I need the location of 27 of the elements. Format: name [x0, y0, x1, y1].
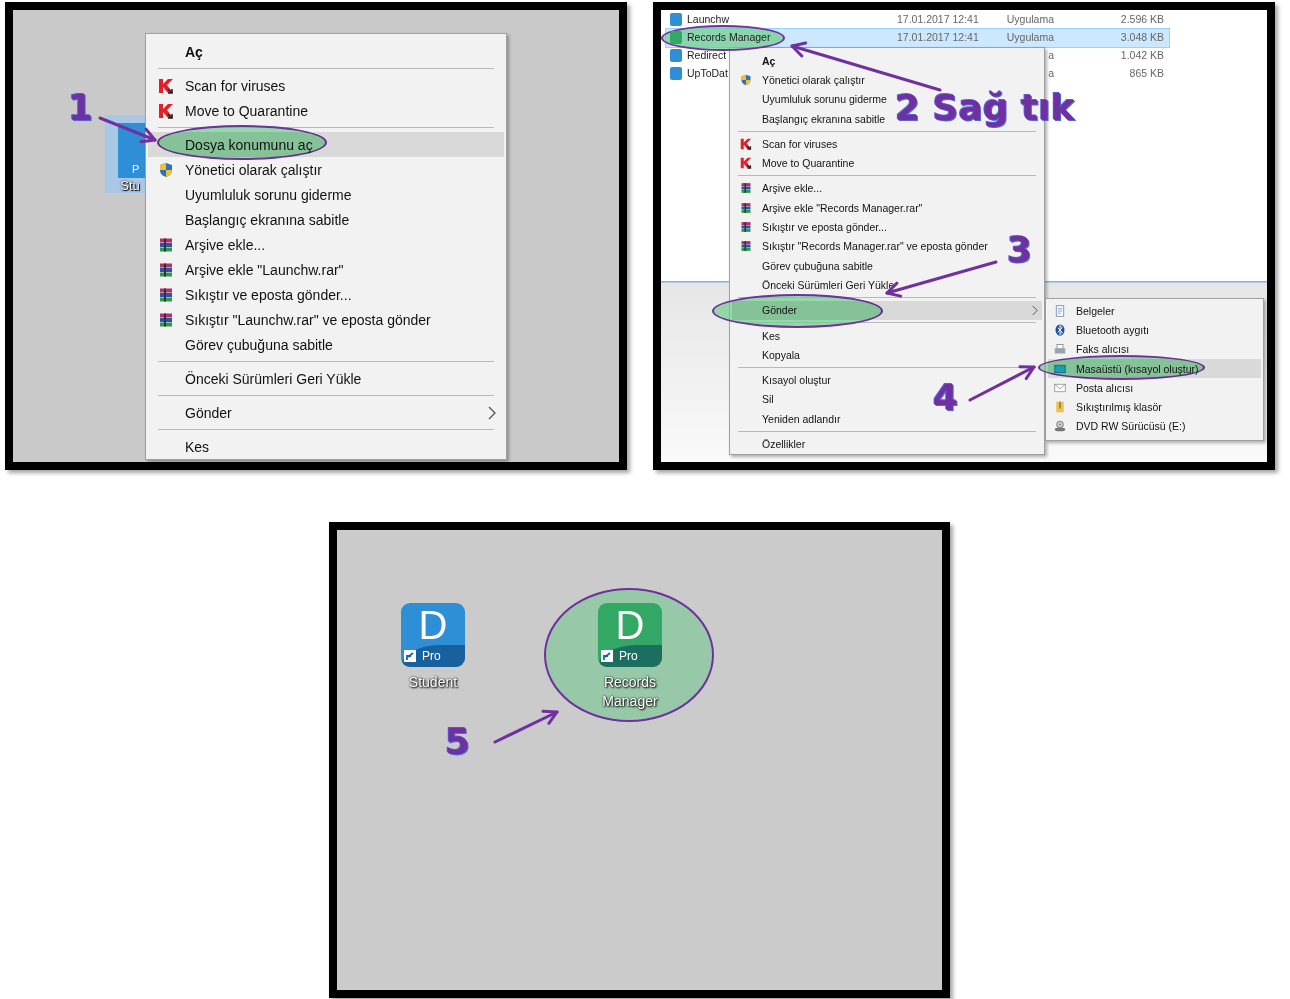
- icon-label: Student: [407, 673, 459, 692]
- step-label: 2 Sağ tık: [895, 90, 1075, 126]
- file-name: Launchw: [687, 13, 730, 25]
- file-type: Uygulama: [1005, 13, 1054, 25]
- icon-letter: D: [418, 605, 448, 645]
- icon-badge-text: Pro: [422, 649, 441, 663]
- icon-badge-text: Pro: [619, 649, 638, 663]
- file-date: 17.01.2017 12:41: [897, 31, 979, 43]
- file-size: 3.048 KB: [1120, 31, 1164, 43]
- icon-label: Stu: [120, 178, 140, 193]
- file-date: 17.01.2017 12:41: [897, 13, 979, 25]
- file-type: Uygulama: [1005, 31, 1054, 43]
- step-number: 5: [445, 724, 471, 760]
- file-type: a: [1047, 67, 1054, 79]
- file-name: Redirect: [687, 49, 727, 61]
- icon-label: Records Manager: [601, 673, 659, 711]
- icon-letter: D: [615, 605, 645, 645]
- file-size: 2.596 KB: [1120, 13, 1164, 25]
- step-number: 1: [68, 90, 94, 126]
- step-label: 4: [933, 380, 959, 416]
- file-name: Records Manager: [687, 31, 771, 43]
- icon-badge-text: P: [131, 163, 140, 177]
- file-type: a: [1047, 49, 1054, 61]
- step-label: 3: [1007, 232, 1033, 268]
- file-size: 1.042 KB: [1120, 49, 1164, 61]
- file-size: 865 KB: [1129, 67, 1164, 79]
- file-name: UpToDat: [687, 67, 728, 79]
